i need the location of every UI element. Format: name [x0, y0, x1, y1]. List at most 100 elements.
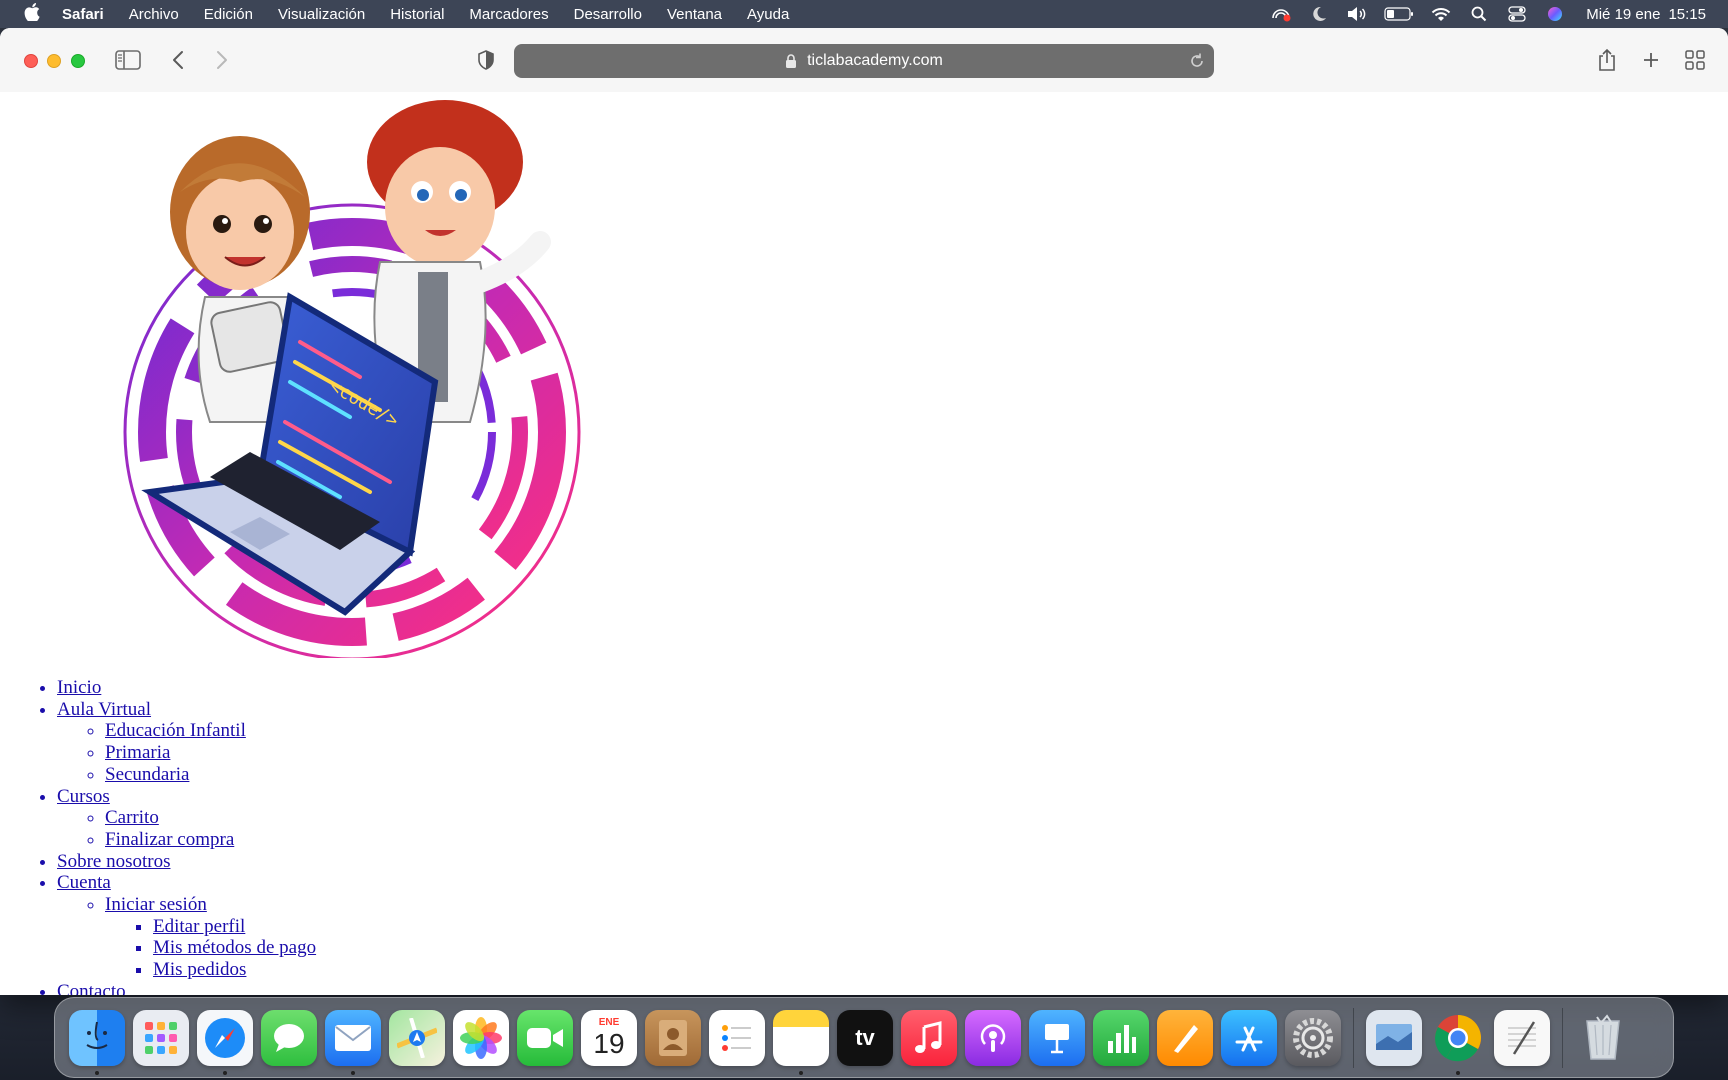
lock-icon — [785, 53, 799, 69]
nav-link-primaria[interactable]: Primaria — [105, 742, 170, 763]
menu-bar: Safari Archivo Edición Visualización His… — [0, 0, 1728, 28]
nav-link-sobre-nosotros[interactable]: Sobre nosotros — [57, 851, 170, 872]
photos-icon[interactable] — [453, 1009, 509, 1066]
nav-link-iniciar-sesion[interactable]: Iniciar sesión — [105, 894, 207, 915]
mail-icon[interactable] — [325, 1009, 381, 1075]
nav-link-finalizar-compra[interactable]: Finalizar compra — [105, 829, 234, 850]
screen-recording-icon[interactable] — [1270, 6, 1292, 22]
nav-item-secundaria: Secundaria — [105, 764, 316, 786]
siri-icon[interactable] — [1544, 6, 1566, 22]
url-text: ticlabacademy.com — [807, 52, 943, 69]
notes-icon[interactable] — [773, 1009, 829, 1075]
nav-item-editar-perfil: Editar perfil — [153, 916, 316, 938]
menubar-clock[interactable]: Mié 19 ene 15:15 — [1586, 6, 1706, 23]
apple-menu-icon[interactable] — [22, 2, 42, 26]
browser-toolbar: ticlabacademy.com — [0, 28, 1728, 93]
nav-link-contacto[interactable]: Contacto — [57, 981, 126, 995]
forward-button[interactable] — [210, 48, 234, 72]
nav-item-iniciar-sesion: Iniciar sesión Editar perfil Mis métodos… — [105, 894, 316, 981]
menu-edicion[interactable]: Edición — [204, 6, 253, 23]
menu-historial[interactable]: Historial — [390, 6, 444, 23]
close-window-button[interactable] — [24, 54, 38, 68]
dock: ENE 19 tv — [54, 997, 1674, 1078]
facetime-icon[interactable] — [517, 1009, 573, 1066]
preview-icon[interactable] — [1366, 1009, 1422, 1066]
sidebar-toggle-icon[interactable] — [114, 48, 142, 72]
tab-overview-icon[interactable] — [1682, 48, 1708, 72]
safari-app-icon[interactable] — [197, 1009, 253, 1075]
nav-link-mis-pedidos[interactable]: Mis pedidos — [153, 959, 246, 980]
nav-item-cuenta: Cuenta Iniciar sesión Editar perfil Mis … — [57, 872, 316, 981]
system-preferences-icon[interactable] — [1285, 1009, 1341, 1066]
hero-illustration: <code/> — [123, 100, 581, 658]
nav-item-aula-virtual: Aula Virtual Educación Infantil Primaria… — [57, 699, 316, 786]
volume-icon[interactable] — [1346, 6, 1368, 22]
contacts-icon[interactable] — [645, 1009, 701, 1066]
nav-link-mis-metodos-pago[interactable]: Mis métodos de pago — [153, 937, 316, 958]
nav-link-editar-perfil[interactable]: Editar perfil — [153, 916, 245, 937]
nav-item-mis-metodos-pago: Mis métodos de pago — [153, 937, 316, 959]
battery-icon[interactable] — [1384, 6, 1414, 22]
fullscreen-window-button[interactable] — [71, 54, 85, 68]
safari-window: ticlabacademy.com <code/> • Inicio • Aul… — [0, 28, 1728, 995]
calendar-day-label: 19 — [593, 1027, 625, 1059]
menu-marcadores[interactable]: Marcadores — [469, 6, 548, 23]
messages-icon[interactable] — [261, 1009, 317, 1066]
moon-icon[interactable] — [1308, 6, 1330, 22]
nav-link-secundaria[interactable]: Secundaria — [105, 764, 189, 785]
music-icon[interactable] — [901, 1009, 957, 1066]
keynote-icon[interactable] — [1029, 1009, 1085, 1066]
reload-icon[interactable] — [1188, 52, 1206, 70]
trash-icon[interactable] — [1575, 1010, 1631, 1066]
menu-ventana[interactable]: Ventana — [667, 6, 722, 23]
menu-safari[interactable]: Safari — [62, 6, 104, 23]
apple-tv-label: tv — [855, 1024, 875, 1050]
menubar-date: Mié 19 ene — [1586, 5, 1661, 23]
finder-icon[interactable] — [69, 1009, 125, 1075]
privacy-shield-icon[interactable] — [472, 48, 500, 72]
web-page: <code/> Inicio Aula Virtual Educación In… — [0, 92, 1728, 995]
nav-item-inicio: Inicio — [57, 677, 316, 699]
back-button[interactable] — [166, 48, 190, 72]
menu-desarrollo[interactable]: Desarrollo — [574, 6, 642, 23]
launchpad-icon[interactable] — [133, 1009, 189, 1066]
textedit-icon[interactable] — [1494, 1009, 1550, 1066]
app-store-icon[interactable] — [1221, 1009, 1277, 1066]
menu-archivo[interactable]: Archivo — [129, 6, 179, 23]
nav-link-inicio[interactable]: Inicio — [57, 677, 101, 698]
nav-item-mis-pedidos: Mis pedidos — [153, 959, 316, 981]
menu-ayuda[interactable]: Ayuda — [747, 6, 789, 23]
reminders-icon[interactable] — [709, 1009, 765, 1066]
menubar-time: 15:15 — [1668, 5, 1706, 23]
control-center-icon[interactable] — [1506, 6, 1528, 22]
apple-tv-icon[interactable]: tv — [837, 1009, 893, 1066]
nav-link-cursos[interactable]: Cursos — [57, 786, 110, 807]
nav-item-sobre-nosotros: Sobre nosotros — [57, 851, 316, 873]
new-tab-icon[interactable] — [1638, 48, 1664, 72]
nav-link-aula-virtual[interactable]: Aula Virtual — [57, 699, 151, 720]
nav-link-educacion-infantil[interactable]: Educación Infantil — [105, 720, 246, 741]
share-icon[interactable] — [1594, 46, 1620, 74]
nav-link-cuenta[interactable]: Cuenta — [57, 872, 111, 893]
dock-separator-2 — [1562, 1007, 1563, 1068]
site-navigation: Inicio Aula Virtual Educación Infantil P… — [0, 677, 316, 995]
nav-link-carrito[interactable]: Carrito — [105, 807, 159, 828]
spotlight-search-icon[interactable] — [1468, 6, 1490, 22]
maps-icon[interactable] — [389, 1009, 445, 1066]
nav-item-contacto: Contacto — [57, 981, 316, 995]
chrome-icon[interactable] — [1430, 1010, 1486, 1075]
dock-separator — [1353, 1007, 1354, 1068]
wifi-icon[interactable] — [1430, 6, 1452, 22]
nav-item-cursos: Cursos Carrito Finalizar compra — [57, 786, 316, 851]
nav-item-primaria: Primaria — [105, 742, 316, 764]
minimize-window-button[interactable] — [47, 54, 61, 68]
nav-item-carrito: Carrito — [105, 807, 316, 829]
calendar-icon[interactable]: ENE 19 — [581, 1009, 637, 1066]
pages-icon[interactable] — [1157, 1009, 1213, 1066]
menu-visualizacion[interactable]: Visualización — [278, 6, 365, 23]
numbers-icon[interactable] — [1093, 1009, 1149, 1066]
nav-item-finalizar-compra: Finalizar compra — [105, 829, 316, 851]
podcasts-icon[interactable] — [965, 1009, 1021, 1066]
address-bar[interactable]: ticlabacademy.com — [514, 44, 1214, 78]
nav-item-educacion-infantil: Educación Infantil — [105, 720, 316, 742]
